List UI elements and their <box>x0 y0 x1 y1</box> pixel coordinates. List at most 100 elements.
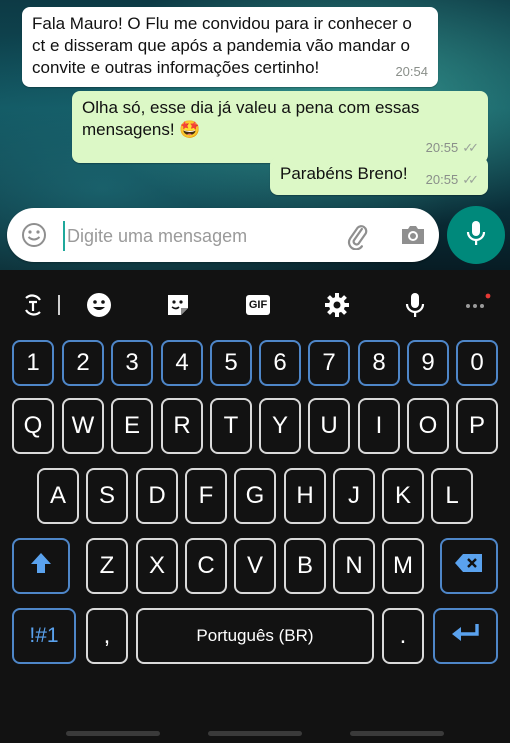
backspace-key[interactable] <box>440 538 498 594</box>
key-5[interactable]: 5 <box>210 340 252 386</box>
message-text: Olha só, esse dia já valeu a pena com es… <box>82 98 420 139</box>
key-1[interactable]: 1 <box>12 340 54 386</box>
sticker-icon[interactable] <box>163 290 193 320</box>
key-v[interactable]: V <box>234 538 276 594</box>
key-8[interactable]: 8 <box>358 340 400 386</box>
mic-icon <box>465 219 487 252</box>
voice-message-button[interactable] <box>447 206 505 264</box>
settings-icon[interactable] <box>322 290 352 320</box>
key-label: 4 <box>175 349 189 376</box>
key-7[interactable]: 7 <box>308 340 350 386</box>
key-label: 1 <box>26 349 40 376</box>
key-p[interactable]: P <box>456 398 498 454</box>
key-label: E <box>123 412 140 439</box>
key-u[interactable]: U <box>308 398 350 454</box>
shift-key[interactable] <box>12 538 70 594</box>
key-0[interactable]: 0 <box>456 340 498 386</box>
key-x[interactable]: X <box>136 538 178 594</box>
key-d[interactable]: D <box>136 468 178 524</box>
key-label: Português (BR) <box>196 626 314 645</box>
key-6[interactable]: 6 <box>259 340 301 386</box>
message-bubble-outgoing[interactable]: Olha só, esse dia já valeu a pena com es… <box>72 91 488 163</box>
attach-icon[interactable] <box>343 222 371 255</box>
key-i[interactable]: I <box>358 398 400 454</box>
key-label: J <box>348 482 360 509</box>
key-label: K <box>394 482 411 509</box>
key-h[interactable]: H <box>284 468 326 524</box>
key-t[interactable]: T <box>210 398 252 454</box>
space-key[interactable]: Português (BR) <box>136 608 374 664</box>
key-r[interactable]: R <box>161 398 203 454</box>
key-label: G <box>245 482 265 509</box>
message-meta: 20:55 ✓✓ <box>425 137 479 159</box>
key-label: 6 <box>273 349 287 376</box>
key-q[interactable]: Q <box>12 398 54 454</box>
key-4[interactable]: 4 <box>161 340 203 386</box>
key-n[interactable]: N <box>333 538 375 594</box>
toolbar-divider <box>58 295 60 315</box>
key-c[interactable]: C <box>185 538 227 594</box>
enter-icon <box>450 622 482 651</box>
key-label: M <box>393 552 413 579</box>
read-receipt-icon: ✓✓ <box>462 172 479 187</box>
text-edit-icon[interactable] <box>18 290 48 320</box>
period-key[interactable]: . <box>382 608 424 664</box>
message-time: 20:55 <box>425 172 459 187</box>
chat-area: Fala Mauro! O Flu me convidou para ir co… <box>0 0 510 270</box>
message-composer <box>7 208 439 262</box>
navigation-bar <box>0 725 510 743</box>
key-label: C <box>197 552 215 579</box>
key-z[interactable]: Z <box>86 538 128 594</box>
key-f[interactable]: F <box>185 468 227 524</box>
message-input[interactable] <box>63 221 339 251</box>
key-label: W <box>71 412 95 439</box>
key-y[interactable]: Y <box>259 398 301 454</box>
key-g[interactable]: G <box>234 468 276 524</box>
key-s[interactable]: S <box>86 468 128 524</box>
key-label: Z <box>99 552 115 579</box>
key-m[interactable]: M <box>382 538 424 594</box>
key-label: 7 <box>322 349 336 376</box>
key-k[interactable]: K <box>382 468 424 524</box>
keyboard: GIF 1 2 3 4 5 6 7 8 9 0 Q W E R T Y U I … <box>0 270 510 743</box>
message-time: 20:55 <box>425 140 459 155</box>
more-icon[interactable] <box>462 290 492 320</box>
message-bubble-incoming[interactable]: Fala Mauro! O Flu me convidou para ir co… <box>22 7 438 87</box>
key-label: 2 <box>76 349 90 376</box>
key-label: Y <box>271 412 288 439</box>
message-bubble-outgoing[interactable]: Parabéns Breno! 20:55 ✓✓ <box>270 157 488 195</box>
backspace-icon <box>454 552 484 580</box>
key-9[interactable]: 9 <box>407 340 449 386</box>
key-j[interactable]: J <box>333 468 375 524</box>
key-label: D <box>148 482 166 509</box>
gif-label: GIF <box>245 295 271 315</box>
key-label: B <box>296 552 313 579</box>
nav-handle-right[interactable] <box>350 731 444 736</box>
key-3[interactable]: 3 <box>111 340 153 386</box>
camera-icon[interactable] <box>399 222 427 253</box>
nav-handle-left[interactable] <box>66 731 160 736</box>
key-b[interactable]: B <box>284 538 326 594</box>
emoji-icon[interactable] <box>21 222 47 253</box>
comma-key[interactable]: , <box>86 608 128 664</box>
key-label: . <box>399 622 407 649</box>
key-o[interactable]: O <box>407 398 449 454</box>
gif-icon[interactable]: GIF <box>243 290 273 320</box>
shift-icon <box>29 551 53 582</box>
emoji-icon[interactable] <box>84 290 114 320</box>
key-label: L <box>445 482 459 509</box>
key-label: U <box>320 412 338 439</box>
symbols-key[interactable]: !#1 <box>12 608 76 664</box>
voice-icon[interactable] <box>400 290 430 320</box>
key-2[interactable]: 2 <box>62 340 104 386</box>
key-w[interactable]: W <box>62 398 104 454</box>
key-e[interactable]: E <box>111 398 153 454</box>
key-a[interactable]: A <box>37 468 79 524</box>
enter-key[interactable] <box>433 608 498 664</box>
key-l[interactable]: L <box>431 468 473 524</box>
key-label: T <box>223 412 239 439</box>
key-label: P <box>468 412 485 439</box>
nav-handle-center[interactable] <box>208 731 302 736</box>
key-label: H <box>296 482 314 509</box>
key-label: O <box>418 412 438 439</box>
